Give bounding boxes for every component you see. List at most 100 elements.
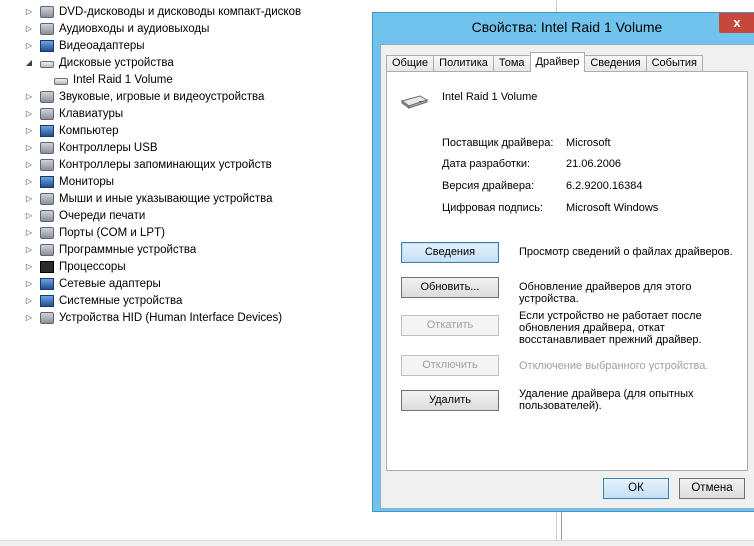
storage-controller-icon: [40, 158, 54, 171]
title-bar[interactable]: Свойства: Intel Raid 1 Volume x: [373, 13, 754, 43]
disable-device-button[interactable]: Отключить: [401, 355, 499, 376]
driver-details-button[interactable]: Сведения: [401, 242, 499, 263]
expand-icon[interactable]: ▷: [24, 177, 34, 186]
expand-icon[interactable]: ▷: [24, 211, 34, 220]
disable-device-description: Отключение выбранного устройства.: [519, 360, 709, 372]
tree-item-dvd[interactable]: ▷ DVD-дисководы и дисководы компакт-диск…: [24, 3, 301, 20]
expand-icon[interactable]: ▷: [24, 313, 34, 322]
tree-item-keyboards[interactable]: ▷ Клавиатуры: [24, 105, 123, 122]
close-button[interactable]: x: [719, 13, 754, 33]
device-tree: ▷ DVD-дисководы и дисководы компакт-диск…: [0, 0, 372, 546]
tree-item-disk-drives[interactable]: ◢ Дисковые устройства: [24, 54, 174, 71]
tree-item-label: DVD-дисководы и дисководы компакт-дисков: [59, 5, 302, 18]
expand-icon[interactable]: ▷: [24, 41, 34, 50]
roll-back-driver-description: Если устройство не работает после обновл…: [519, 310, 702, 346]
cancel-button[interactable]: Отмена: [679, 478, 745, 499]
tree-item-audio-io[interactable]: ▷ Аудиовходы и аудиовыходы: [24, 20, 209, 37]
collapse-icon[interactable]: ◢: [24, 58, 34, 67]
port-icon: [40, 226, 54, 239]
disk-drive-icon: [400, 95, 428, 109]
printer-icon: [40, 209, 54, 222]
driver-date-label: Дата разработки:: [442, 158, 531, 170]
tree-item-label: Контроллеры запоминающих устройств: [59, 158, 272, 171]
dialog-client: Общие Политика Тома Драйвер Сведения Соб…: [380, 44, 754, 509]
display-adapter-icon: [40, 39, 54, 52]
digital-signer-value: Microsoft Windows: [566, 202, 659, 214]
driver-provider-label: Поставщик драйвера:: [442, 137, 554, 149]
expand-icon[interactable]: ▷: [24, 143, 34, 152]
expand-icon[interactable]: ▷: [24, 296, 34, 305]
update-driver-button[interactable]: Обновить...: [401, 277, 499, 298]
dialog-title: Свойства: Intel Raid 1 Volume: [471, 19, 663, 35]
tab-policy[interactable]: Политика: [433, 55, 494, 72]
system-device-icon: [40, 294, 54, 307]
expand-icon[interactable]: ▷: [24, 92, 34, 101]
tree-item-display-adapters[interactable]: ▷ Видеоадаптеры: [24, 37, 145, 54]
tree-item-label: Звуковые, игровые и видеоустройства: [59, 90, 265, 103]
tree-item-label: Контроллеры USB: [59, 141, 158, 154]
mouse-icon: [40, 192, 54, 205]
expand-icon[interactable]: ▷: [24, 279, 34, 288]
tree-item-intel-raid[interactable]: Intel Raid 1 Volume: [54, 71, 173, 88]
driver-tab-page: Intel Raid 1 Volume Поставщик драйвера: …: [386, 71, 748, 471]
tree-item-label: Порты (COM и LPT): [59, 226, 165, 239]
usb-icon: [40, 141, 54, 154]
uninstall-driver-button[interactable]: Удалить: [401, 390, 499, 411]
tree-item-label: Программные устройства: [59, 243, 197, 256]
tree-item-sound[interactable]: ▷ Звуковые, игровые и видеоустройства: [24, 88, 264, 105]
expand-icon[interactable]: ▷: [24, 262, 34, 271]
tree-item-monitors[interactable]: ▷ Мониторы: [24, 173, 114, 190]
audio-io-icon: [40, 22, 54, 35]
tree-item-network-adapters[interactable]: ▷ Сетевые адаптеры: [24, 275, 161, 292]
tree-item-storage-controllers[interactable]: ▷ Контроллеры запоминающих устройств: [24, 156, 272, 173]
tree-item-label: Аудиовходы и аудиовыходы: [59, 22, 210, 35]
tree-item-ports[interactable]: ▷ Порты (COM и LPT): [24, 224, 165, 241]
expand-icon[interactable]: ▷: [24, 194, 34, 203]
driver-version-value: 6.2.9200.16384: [566, 180, 643, 192]
tree-item-label: Дисковые устройства: [59, 56, 174, 69]
tree-item-label: Мыши и иные указывающие устройства: [59, 192, 273, 205]
properties-dialog: Свойства: Intel Raid 1 Volume x Общие По…: [372, 12, 754, 512]
tree-item-hid[interactable]: ▷ Устройства HID (Human Interface Device…: [24, 309, 282, 326]
dvd-drive-icon: [40, 5, 54, 18]
tab-strip: Общие Политика Тома Драйвер Сведения Соб…: [386, 52, 704, 72]
expand-icon[interactable]: ▷: [24, 109, 34, 118]
tree-item-label: Процессоры: [59, 260, 126, 273]
expand-icon[interactable]: ▷: [24, 245, 34, 254]
tree-item-system-devices[interactable]: ▷ Системные устройства: [24, 292, 182, 309]
tree-item-label: Устройства HID (Human Interface Devices): [59, 311, 283, 324]
tab-volumes[interactable]: Тома: [492, 55, 531, 72]
tab-details[interactable]: Сведения: [584, 55, 647, 72]
update-driver-description: Обновление драйверов для этого устройств…: [519, 281, 692, 305]
uninstall-driver-description: Удаление драйвера (для опытных пользоват…: [519, 388, 694, 412]
tree-item-label: Intel Raid 1 Volume: [73, 73, 173, 86]
computer-icon: [40, 124, 54, 137]
tree-item-print-queues[interactable]: ▷ Очереди печати: [24, 207, 145, 224]
tree-item-label: Клавиатуры: [59, 107, 124, 120]
tree-item-usb[interactable]: ▷ Контроллеры USB: [24, 139, 158, 156]
roll-back-driver-button[interactable]: Откатить: [401, 315, 499, 336]
tab-events[interactable]: События: [645, 55, 704, 72]
software-device-icon: [40, 243, 54, 256]
monitor-icon: [40, 175, 54, 188]
tree-item-label: Мониторы: [59, 175, 115, 188]
ok-button[interactable]: ОК: [603, 478, 669, 499]
expand-icon[interactable]: ▷: [24, 7, 34, 16]
tree-item-label: Видеоадаптеры: [59, 39, 145, 52]
device-name: Intel Raid 1 Volume: [442, 91, 538, 103]
tab-driver[interactable]: Драйвер: [529, 52, 586, 72]
tree-item-computer[interactable]: ▷ Компьютер: [24, 122, 119, 139]
expand-icon[interactable]: ▷: [24, 228, 34, 237]
disk-drive-icon: [40, 60, 54, 68]
expand-icon[interactable]: ▷: [24, 24, 34, 33]
expand-icon[interactable]: ▷: [24, 126, 34, 135]
sound-icon: [40, 90, 54, 103]
tree-item-mice[interactable]: ▷ Мыши и иные указывающие устройства: [24, 190, 273, 207]
tab-general[interactable]: Общие: [386, 55, 435, 72]
expand-icon[interactable]: ▷: [24, 160, 34, 169]
status-strip: [0, 540, 754, 546]
tree-item-label: Сетевые адаптеры: [59, 277, 161, 290]
tree-item-label: Системные устройства: [59, 294, 183, 307]
tree-item-software-devices[interactable]: ▷ Программные устройства: [24, 241, 196, 258]
tree-item-processors[interactable]: ▷ Процессоры: [24, 258, 126, 275]
